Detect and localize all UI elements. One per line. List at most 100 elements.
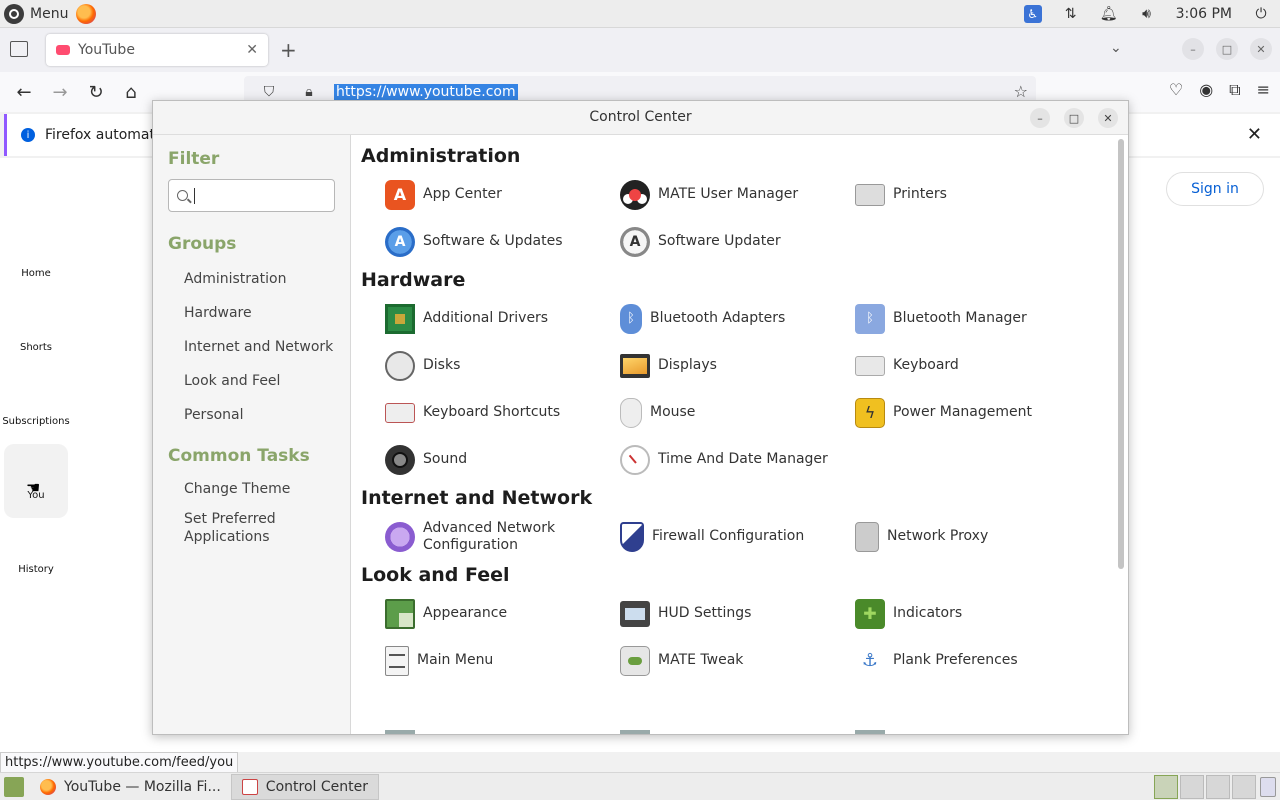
cc-item-power-management[interactable]: ϟ Power Management	[855, 389, 1090, 436]
filter-input[interactable]	[194, 187, 324, 204]
workspace-1[interactable]	[1154, 775, 1178, 799]
cc-item-mate-user-manager[interactable]: MATE User Manager	[620, 171, 855, 218]
sign-in-button[interactable]: Sign in	[1166, 172, 1264, 206]
cc-item-appearance[interactable]: Appearance	[385, 590, 620, 637]
chevron-down-icon[interactable]: ⌄	[1110, 40, 1122, 56]
cc-item-printers[interactable]: Printers	[855, 171, 1090, 218]
cc-item-hud-settings[interactable]: HUD Settings	[620, 590, 855, 637]
workspace-3[interactable]	[1206, 775, 1230, 799]
cc-item-label: Bluetooth Manager	[893, 310, 1027, 326]
cc-item-additional-drivers[interactable]: Additional Drivers	[385, 295, 620, 342]
speaker-icon	[385, 444, 415, 475]
category-grid: Advanced Network Configuration Firewall C…	[361, 513, 1128, 560]
task-change-theme[interactable]: Change Theme	[168, 474, 350, 504]
cc-item-advanced-network-configuration[interactable]: Advanced Network Configuration	[385, 513, 620, 560]
system-tray: ♿ ⇅ 🔔︎ 🔊︎ 3:06 PM ⏻	[1014, 0, 1280, 28]
back-icon[interactable]: ←	[12, 80, 36, 104]
url-text[interactable]: https://www.youtube.com	[334, 84, 518, 100]
cc-item-displays[interactable]: Displays	[620, 342, 855, 389]
hamburger-menu-icon[interactable]: ≡	[1257, 80, 1270, 100]
cc-item-sound[interactable]: Sound	[385, 436, 620, 483]
group-internet-and-network[interactable]: Internet and Network	[168, 330, 350, 364]
notification-bell-icon[interactable]: 🔔︎	[1090, 0, 1128, 28]
menu-button[interactable]: Menu	[0, 0, 74, 28]
maximize-icon[interactable]: □	[1216, 38, 1238, 60]
trash-icon[interactable]	[1260, 777, 1276, 797]
firefox-tab-strip: YouTube ✕ + ⌄ – □ ✕	[0, 28, 1280, 72]
home-icon[interactable]: ⌂	[119, 80, 143, 104]
minimize-icon[interactable]: –	[1182, 38, 1204, 60]
top-panel: Menu ♿ ⇅ 🔔︎ 🔊︎ 3:06 PM ⏻	[0, 0, 1280, 28]
show-desktop-icon[interactable]	[4, 776, 24, 797]
pocket-icon[interactable]: ♡	[1169, 80, 1183, 100]
network-icon[interactable]: ⇅	[1052, 0, 1090, 28]
tweak-icon	[620, 645, 650, 676]
cc-item-firewall-configuration[interactable]: Firewall Configuration	[620, 513, 855, 560]
cc-item-indicators[interactable]: Indicators	[855, 590, 1090, 637]
cc-item-time-and-date-manager[interactable]: Time And Date Manager	[620, 436, 855, 483]
scrollbar[interactable]	[1118, 139, 1124, 569]
group-look-and-feel[interactable]: Look and Feel	[168, 364, 350, 398]
close-icon[interactable]: ✕	[1250, 38, 1272, 60]
tab-list-icon[interactable]	[10, 41, 28, 57]
notification-close-icon[interactable]: ✕	[1247, 124, 1262, 145]
group-personal[interactable]: Personal	[168, 398, 350, 432]
youtube-favicon-icon	[56, 45, 70, 55]
close-icon[interactable]: ✕	[1098, 108, 1118, 128]
group-administration[interactable]: Administration	[168, 262, 350, 296]
cc-item-app-center[interactable]: A App Center	[385, 171, 620, 218]
control-center-sidebar: Filter Groups Administration Hardware Inte…	[153, 135, 351, 734]
workspace-2[interactable]	[1180, 775, 1204, 799]
account-icon[interactable]: ◉	[1199, 80, 1213, 100]
cc-item-software-updates[interactable]: A Software & Updates	[385, 218, 620, 265]
cc-item-keyboard[interactable]: Keyboard	[855, 342, 1090, 389]
cc-item-network-proxy[interactable]: Network Proxy	[855, 513, 1090, 560]
group-hardware[interactable]: Hardware	[168, 296, 350, 330]
task-firefox[interactable]: YouTube — Mozilla Fi...	[30, 774, 231, 800]
bookmark-star-icon[interactable]: ☆	[1014, 82, 1028, 101]
cc-item-plank-preferences[interactable]: ⚓ Plank Preferences	[855, 637, 1090, 684]
task-set-preferred-applications[interactable]: Set Preferred Applications	[168, 504, 350, 552]
cc-item-disks[interactable]: Disks	[385, 342, 620, 389]
sidebar-item-home[interactable]: Home	[0, 268, 72, 279]
cc-item-main-menu[interactable]: Main Menu	[385, 637, 620, 684]
task-control-center[interactable]: Control Center	[230, 773, 379, 800]
cc-item-mouse[interactable]: Mouse	[620, 389, 855, 436]
display-icon	[620, 353, 650, 378]
firefox-launcher-icon[interactable]	[76, 3, 97, 24]
cc-item-label: Network Proxy	[887, 528, 989, 544]
cc-item-software-updater[interactable]: A Software Updater	[620, 218, 855, 265]
tab-youtube[interactable]: YouTube ✕	[46, 34, 268, 66]
new-tab-icon[interactable]: +	[280, 38, 297, 62]
workspace-4[interactable]	[1232, 775, 1256, 799]
sidebar-item-shorts[interactable]: Shorts	[0, 342, 72, 353]
power-icon[interactable]: ⏻	[1242, 0, 1280, 28]
cc-item-mate-tweak[interactable]: MATE Tweak	[620, 637, 855, 684]
reload-icon[interactable]: ↻	[84, 80, 108, 104]
clock-icon	[620, 444, 650, 475]
filter-search-box[interactable]	[168, 179, 335, 212]
volume-icon[interactable]: 🔊︎	[1128, 0, 1166, 28]
cc-item-bluetooth-manager[interactable]: ᛒ Bluetooth Manager	[855, 295, 1090, 342]
extensions-icon[interactable]: ⧉	[1229, 80, 1240, 100]
maximize-icon[interactable]: □	[1064, 108, 1084, 128]
minimize-icon[interactable]: –	[1030, 108, 1050, 128]
mouse-pointer-icon: ☚	[26, 478, 41, 497]
category-heading: Look and Feel	[361, 564, 510, 586]
cc-item-label: MATE User Manager	[658, 186, 799, 202]
clock[interactable]: 3:06 PM	[1166, 6, 1242, 22]
filter-heading: Filter	[168, 149, 220, 169]
tab-close-icon[interactable]: ✕	[246, 42, 268, 58]
cc-item-label: Printers	[893, 186, 947, 202]
groups-list: Administration Hardware Internet and Netwo…	[168, 262, 350, 432]
forward-icon[interactable]: →	[48, 80, 72, 104]
disk-icon	[385, 350, 415, 381]
cc-item-keyboard-shortcuts[interactable]: Keyboard Shortcuts	[385, 389, 620, 436]
sidebar-item-history[interactable]: History	[0, 564, 72, 575]
sidebar-item-subscriptions[interactable]: Subscriptions	[0, 416, 72, 427]
control-center-titlebar[interactable]: Control Center – □ ✕	[153, 101, 1128, 135]
cc-item-bluetooth-adapters[interactable]: ᛒ Bluetooth Adapters	[620, 295, 855, 342]
cc-item-label: Power Management	[893, 404, 1033, 420]
workspace-switcher[interactable]	[1154, 775, 1256, 799]
accessibility-icon[interactable]: ♿	[1014, 0, 1052, 28]
